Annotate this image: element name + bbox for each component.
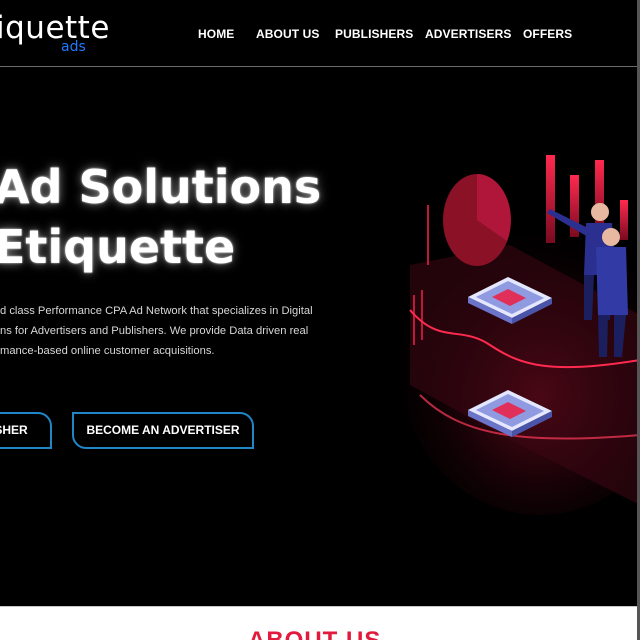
nav-item-about-us[interactable]: ABOUT US	[256, 27, 319, 41]
page: iquette ads HOME ABOUT US PUBLISHERS ADV…	[0, 0, 640, 640]
nav-item-advertisers[interactable]: ADVERTISERS	[425, 27, 511, 41]
hero-title-line2: Etiquette	[0, 220, 236, 274]
hero-description-line: mance-based online customer acquisitions…	[0, 345, 215, 357]
logo[interactable]: iquette ads	[0, 8, 110, 58]
site-header: iquette ads HOME ABOUT US PUBLISHERS ADV…	[0, 0, 640, 67]
nav-item-home[interactable]: HOME	[198, 27, 234, 41]
about-section: ABOUT US	[0, 606, 640, 640]
hero-description-line: ns for Advertisers and Publishers. We pr…	[0, 325, 309, 337]
about-heading: ABOUT US	[248, 627, 381, 640]
logo-wordmark: iquette	[0, 10, 110, 46]
become-advertiser-button[interactable]: BECOME AN ADVERTISER	[72, 412, 254, 449]
pie-chart-icon	[443, 174, 511, 266]
become-publisher-button[interactable]: SHER	[0, 412, 52, 449]
hero-description: d class Performance CPA Ad Network that …	[0, 301, 335, 361]
nav-item-offers[interactable]: OFFERS	[523, 27, 572, 41]
nav-item-publishers[interactable]: PUBLISHERS	[335, 27, 413, 41]
section-divider	[0, 606, 640, 607]
hero-title-line1: Ad Solutions	[0, 160, 322, 214]
logo-subtext: ads	[61, 39, 86, 55]
hero-description-line: d class Performance CPA Ad Network that …	[0, 305, 313, 317]
analytics-illustration	[400, 155, 640, 515]
